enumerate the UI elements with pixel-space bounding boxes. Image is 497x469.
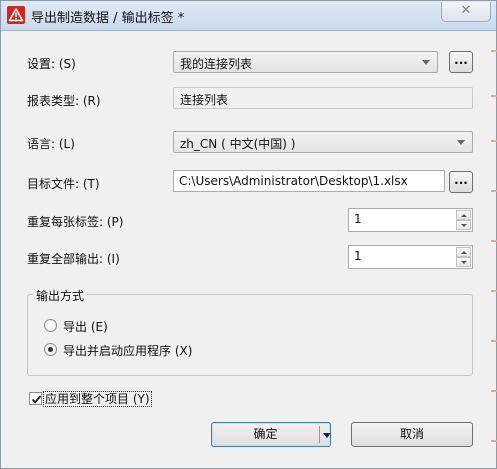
chevron-down-icon[interactable]: [323, 433, 331, 438]
chevron-down-icon: [457, 140, 465, 145]
repeat-each-spin[interactable]: [456, 210, 471, 230]
output-mode-title: 输出方式: [33, 287, 88, 304]
spin-down-button[interactable]: [456, 257, 471, 267]
repeat-each-label: 重复每张标签: (P): [27, 215, 124, 229]
checkmark-icon: [31, 395, 42, 404]
output-mode-group: [27, 294, 473, 376]
target-file-input[interactable]: C:\Users\Administrator\Desktop\1.xlsx: [173, 170, 445, 192]
repeat-all-spin[interactable]: [456, 247, 471, 267]
ellipsis-label: ...: [454, 53, 468, 67]
repeat-all-stepper[interactable]: 1: [348, 245, 473, 269]
target-file-browse-button[interactable]: ...: [449, 171, 473, 193]
dialog-window: 导出制造数据 / 输出标签 * ✕ 设置: (S) 我的连接列表 ... 报表类…: [0, 0, 497, 469]
settings-value: 我的连接列表: [180, 57, 253, 71]
export-launch-radio-label[interactable]: 导出并启动应用程序 (X): [63, 342, 192, 359]
report-type-value: 连接列表: [180, 93, 229, 107]
ok-split-button[interactable]: 确定: [211, 422, 331, 447]
background-edge-marks: [488, 40, 497, 460]
repeat-all-label: 重复全部输出: (I): [27, 252, 120, 266]
title-bar[interactable]: 导出制造数据 / 输出标签 * ✕: [1, 1, 496, 31]
export-launch-radio[interactable]: [44, 343, 57, 356]
cancel-button-label: 取消: [399, 427, 424, 441]
export-radio[interactable]: [44, 319, 57, 332]
language-dropdown[interactable]: zh_CN ( 中文(中国) ): [173, 131, 473, 153]
target-file-value: C:\Users\Administrator\Desktop\1.xlsx: [179, 174, 408, 188]
ok-button-label[interactable]: 确定: [212, 423, 319, 446]
target-file-label: 目标文件: (T): [27, 177, 100, 191]
export-radio-label[interactable]: 导出 (E): [63, 318, 108, 335]
warning-triangle-icon: [7, 6, 25, 24]
split-separator: [319, 426, 320, 443]
cancel-button[interactable]: 取消: [351, 422, 473, 447]
close-icon: ✕: [460, 3, 472, 18]
settings-browse-button[interactable]: ...: [449, 51, 473, 73]
close-button[interactable]: ✕: [441, 2, 491, 22]
chevron-down-icon: [422, 60, 430, 65]
settings-dropdown[interactable]: 我的连接列表: [173, 51, 438, 73]
repeat-all-value: 1: [354, 249, 362, 263]
window-title: 导出制造数据 / 输出标签 *: [31, 11, 185, 26]
ellipsis-label: ...: [454, 173, 468, 187]
report-type-label: 报表类型: (R): [27, 94, 101, 108]
spin-down-button[interactable]: [456, 220, 471, 230]
spin-up-button[interactable]: [456, 247, 471, 257]
report-type-field: 连接列表: [173, 87, 473, 109]
apply-all-label[interactable]: 应用到整个项目 (Y): [43, 391, 152, 407]
language-label: 语言: (L): [27, 137, 75, 151]
spin-up-button[interactable]: [456, 210, 471, 220]
repeat-each-stepper[interactable]: 1: [348, 208, 473, 232]
apply-all-checkbox[interactable]: [29, 392, 42, 405]
repeat-each-value: 1: [354, 212, 362, 226]
settings-label: 设置: (S): [27, 57, 76, 71]
language-value: zh_CN ( 中文(中国) ): [180, 137, 296, 151]
